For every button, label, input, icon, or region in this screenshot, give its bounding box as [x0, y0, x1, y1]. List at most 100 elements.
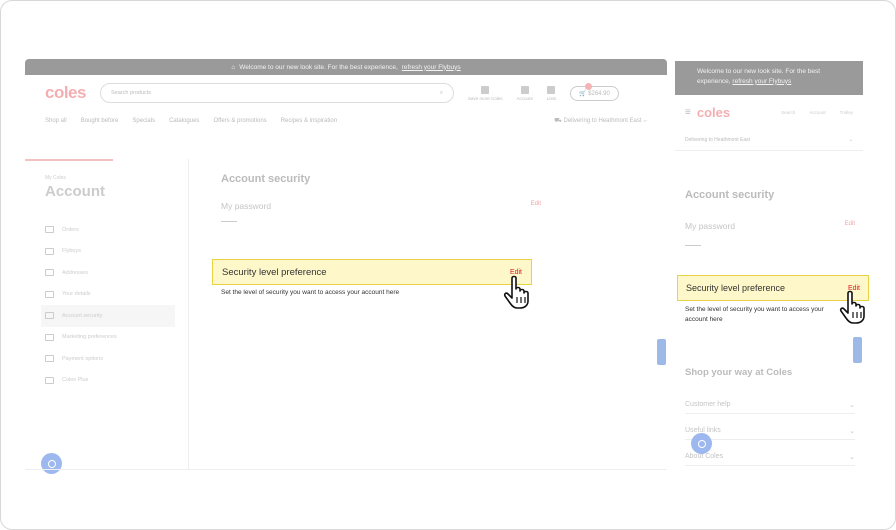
banner-link[interactable]: refresh your Flybuys [402, 64, 461, 71]
trolley-icon: 🛒 [579, 90, 589, 97]
sidebar-accent [25, 159, 113, 161]
mobile-account-button[interactable]: Account [809, 110, 825, 115]
mobile-coles-logo[interactable]: coles [697, 105, 730, 120]
accordion-label: Customer help [685, 401, 731, 408]
mobile-header-actions: Search Account Trolley [781, 110, 853, 115]
truck-icon: ⛟ [554, 118, 564, 124]
password-row: My password Edit [221, 201, 541, 211]
user-icon [520, 85, 529, 94]
save-more-button[interactable]: Save more Coles [467, 85, 503, 101]
sidebar-item-coles-plus[interactable]: Coles Plus [45, 370, 175, 392]
chat-icon [697, 439, 706, 448]
delivery-text: Delivering to Heathmont East [563, 118, 642, 124]
nav-specials[interactable]: Specials [132, 118, 155, 124]
site-header: coles Search products ⌕ Save more Coles … [25, 75, 667, 111]
mobile-header: ≡ coles Search Account Trolley [675, 95, 863, 129]
trolley-button[interactable]: 🛒 $264.90 [570, 82, 619, 101]
nav-recipes[interactable]: Recipes & inspiration [281, 118, 337, 124]
payment-icon [45, 355, 54, 363]
accordion-label: About Coles [685, 453, 724, 460]
pointer-hand-icon [503, 275, 529, 309]
search-input[interactable]: Search products ⌕ [99, 83, 454, 103]
sidebar-item-label: Account security [62, 312, 103, 319]
chevron-down-icon: ⌄ [849, 454, 855, 461]
search-placeholder: Search products [110, 90, 152, 96]
chevron-down-icon: ⌄ [849, 402, 855, 409]
nav-bought-before[interactable]: Bought before [81, 118, 119, 124]
security-preference-desc: Set the level of security you want to ac… [221, 289, 400, 296]
breadcrumb[interactable]: My Coles [45, 175, 66, 181]
list-icon [547, 85, 556, 94]
nav-shop-all[interactable]: Shop all [45, 118, 67, 124]
mail-icon [45, 333, 54, 341]
account-menu: Orders Flybuys Addresses Your details Ac… [41, 219, 175, 392]
search-icon: ⌕ [439, 89, 443, 96]
sidebar-item-addresses[interactable]: Addresses [45, 262, 175, 284]
chat-button[interactable] [41, 453, 62, 474]
password-edit-link[interactable]: Edit [531, 201, 541, 211]
mobile-pointer-hand-icon [839, 290, 865, 324]
mobile-page-title: Account security [685, 189, 775, 201]
sidebar-item-label: Marketing preferences [62, 334, 117, 341]
chat-icon [47, 459, 56, 468]
sidebar-item-label: Your details [62, 291, 91, 298]
mobile-feedback-tab[interactable] [853, 337, 862, 363]
account-sidebar: My Coles Account Orders Flybuys Addresse… [25, 159, 189, 469]
sidebar-item-security[interactable]: Account security [41, 305, 175, 327]
welcome-banner: ⌂ Welcome to our new look site. For the … [25, 59, 667, 75]
mobile-welcome-banner: Welcome to our new look site. For the be… [675, 61, 863, 95]
mobile-banner-link[interactable]: refresh your Flybuys [732, 78, 791, 85]
mobile-trolley-button[interactable]: Trolley [840, 110, 853, 115]
mobile-security-preference-label: Security level preference [686, 283, 786, 293]
mobile-password-edit-link[interactable]: Edit [845, 221, 855, 231]
shop-your-way-heading: Shop your way at Coles [685, 367, 793, 378]
account-button[interactable]: Account [516, 85, 533, 101]
mobile-password-label: My password [685, 221, 736, 231]
coles-logo[interactable]: coles [45, 83, 86, 103]
card-icon [45, 247, 54, 255]
sidebar-item-orders[interactable]: Orders [45, 219, 175, 241]
feedback-tab[interactable] [657, 339, 666, 365]
mobile-search-button[interactable]: Search [781, 110, 795, 115]
security-preference-label: Security level preference [222, 266, 327, 278]
mobile-delivery-selector[interactable]: Delivering to Heathmont East ⌄ [675, 129, 863, 151]
account-security-panel: Account security My password Edit [221, 173, 541, 222]
save-more-label: Save more Coles [467, 95, 503, 101]
sidebar-item-label: Coles Plus [62, 377, 89, 384]
chevron-down-icon: ⌄ [848, 136, 853, 143]
sidebar-item-marketing[interactable]: Marketing preferences [45, 327, 175, 349]
orders-icon [45, 226, 54, 234]
mobile-chat-button[interactable] [691, 433, 712, 454]
account-title: Account [45, 183, 105, 200]
accordion-customer-help[interactable]: Customer help ⌄ [685, 401, 855, 414]
security-preference-row: Security level preference Edit [212, 259, 532, 285]
banner-text: Welcome to our new look site. For the be… [239, 63, 398, 71]
plus-icon [45, 376, 54, 384]
nav-catalogues[interactable]: Catalogues [169, 118, 199, 124]
trolley-badge [585, 82, 593, 90]
sidebar-item-payment[interactable]: Payment options [45, 348, 175, 370]
account-label: Account [516, 95, 533, 101]
mobile-password-row: My password Edit [685, 221, 855, 231]
lists-button[interactable]: Lists [547, 85, 556, 101]
home-icon: ⌂ [231, 63, 236, 71]
footer-divider [25, 469, 667, 470]
sidebar-item-label: Flybuys [62, 248, 81, 255]
trolley-total: $264.90 [588, 90, 610, 97]
nav-offers[interactable]: Offers & promotions [213, 118, 266, 124]
mobile-password-mask [685, 245, 701, 246]
menu-icon[interactable]: ≡ [685, 107, 691, 118]
sidebar-item-details[interactable]: Your details [45, 284, 175, 306]
screenshot-frame: ⌂ Welcome to our new look site. For the … [0, 0, 896, 530]
sidebar-item-label: Payment options [62, 355, 103, 362]
password-mask [221, 221, 237, 222]
accordion-about-coles[interactable]: About Coles ⌄ [685, 453, 855, 466]
chevron-down-icon: ⌄ [849, 428, 855, 435]
mobile-security-preference-desc: Set the level of security you want to ac… [685, 306, 824, 324]
sidebar-item-flybuys[interactable]: Flybuys [45, 241, 175, 263]
page-title: Account security [221, 173, 311, 185]
lock-icon [45, 312, 54, 320]
delivery-selector[interactable]: ⛟ Delivering to Heathmont East ⌄ [554, 117, 647, 125]
grid-icon [481, 85, 490, 94]
sidebar-item-label: Orders [62, 226, 79, 233]
